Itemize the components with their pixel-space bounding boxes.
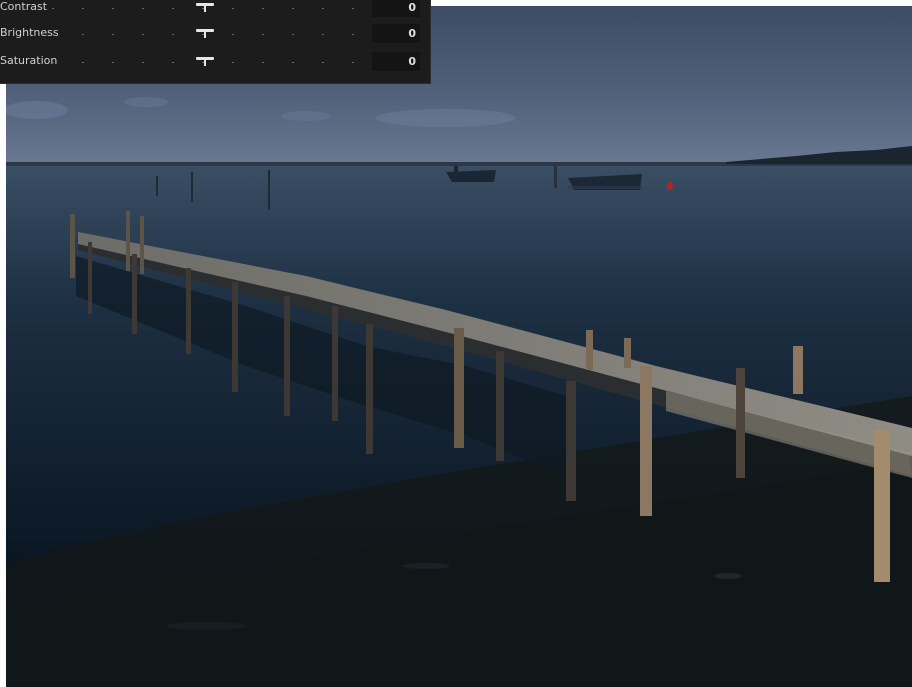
photo-canvas[interactable] [6, 6, 912, 687]
contrast-slider-handle[interactable] [196, 0, 214, 14]
lake-pier-photo [6, 6, 912, 687]
contrast-value[interactable]: 0 [372, 0, 420, 17]
contrast-label: Contrast [0, 0, 48, 13]
contrast-row: Contrast 0 [0, 0, 431, 21]
saturation-row: Saturation 0 [0, 49, 431, 75]
saturation-label: Saturation [0, 54, 58, 67]
brightness-label: Brightness [0, 26, 59, 39]
brightness-value[interactable]: 0 [372, 24, 420, 43]
saturation-value[interactable]: 0 [372, 52, 420, 71]
saturation-slider-handle[interactable] [196, 54, 214, 68]
adjustments-panel: Contrast 0 Brightness 0 Saturation 0 [0, 0, 431, 84]
brightness-row: Brightness 0 [0, 21, 431, 47]
photo-editor: Contrast 0 Brightness 0 Saturation 0 [0, 0, 912, 687]
brightness-slider-handle[interactable] [196, 26, 214, 40]
